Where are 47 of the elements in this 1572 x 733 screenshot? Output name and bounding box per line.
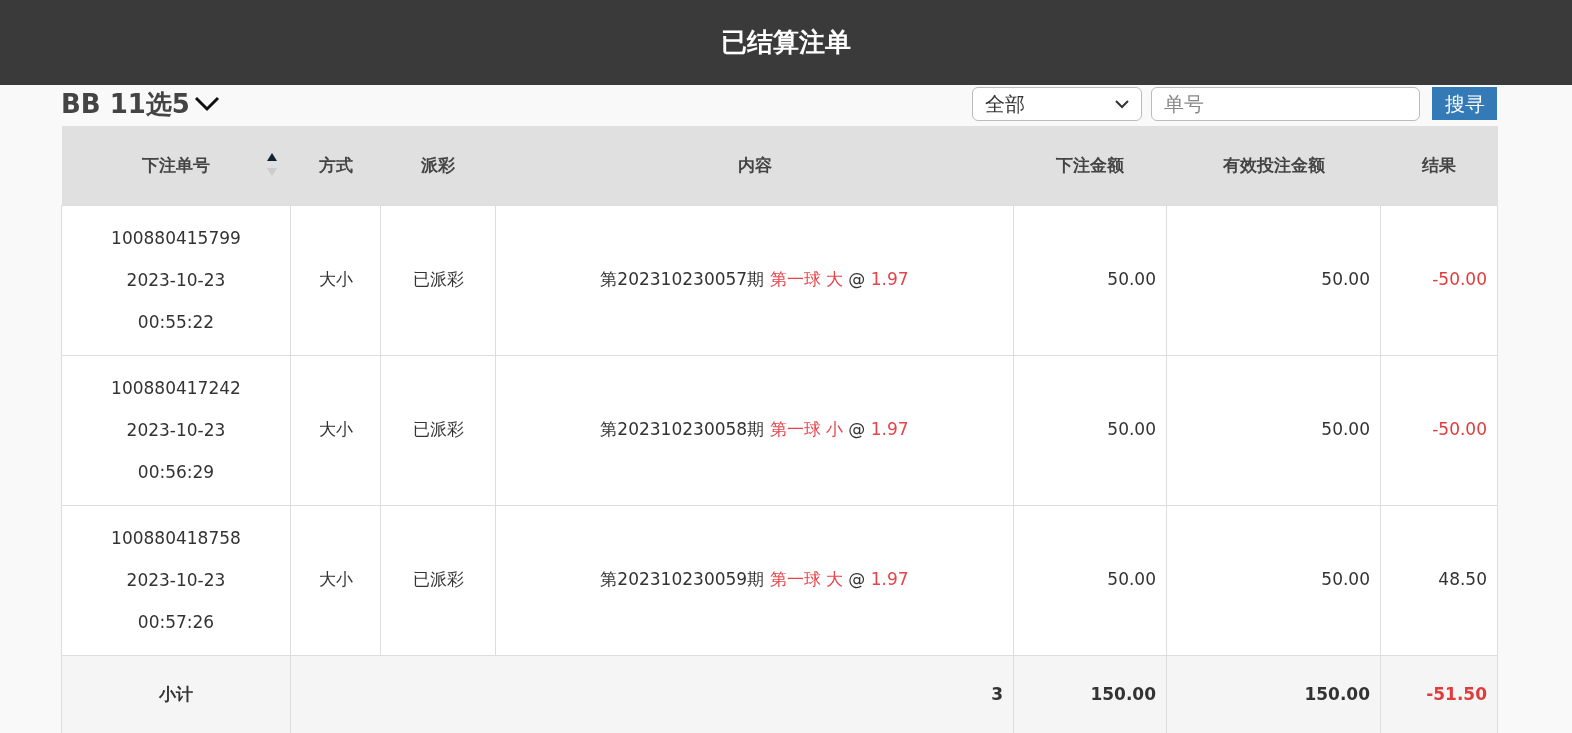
result-value: -51.50 bbox=[1426, 684, 1487, 705]
table-cell-text: 100880417242 bbox=[110, 377, 242, 400]
column-header: 结果 bbox=[1380, 126, 1498, 205]
table-cell-text: 2023-10-23 bbox=[125, 569, 227, 592]
table-cell: 大小 bbox=[318, 569, 353, 590]
sort-icon[interactable] bbox=[265, 152, 278, 178]
table-cell: 已派彩 bbox=[412, 419, 464, 440]
page-title: 已结算注单 bbox=[721, 26, 851, 59]
column-header: 方式 bbox=[290, 126, 381, 205]
table-cell: 已派彩 bbox=[412, 269, 464, 290]
result-value: -50.00 bbox=[1432, 269, 1487, 290]
chevron-down-icon bbox=[1115, 99, 1129, 109]
game-selector[interactable]: BB 11选5 bbox=[61, 87, 220, 121]
table-cell-text: 00:56:29 bbox=[136, 461, 216, 484]
table-cell-text: 100880415799 bbox=[110, 227, 242, 250]
column-header: 下注金额 bbox=[1013, 126, 1167, 205]
table-cell: 已派彩 bbox=[412, 569, 464, 590]
bet-content: 第202310230058期 第一球 小 @ 1.97 bbox=[600, 419, 909, 440]
table-cell: 150.00 bbox=[1304, 684, 1370, 705]
table-cell-text: 2023-10-23 bbox=[125, 269, 227, 292]
subtotal-label: 小计 bbox=[159, 684, 193, 705]
column-header: 派彩 bbox=[380, 126, 496, 205]
table-cell: 50.00 bbox=[1107, 419, 1156, 440]
column-header: 内容 bbox=[495, 126, 1014, 205]
column-header[interactable]: 下注单号 bbox=[61, 126, 291, 205]
table-cell: 50.00 bbox=[1107, 569, 1156, 590]
table-cell-text: 00:55:22 bbox=[136, 311, 216, 334]
table-cell: 大小 bbox=[318, 269, 353, 290]
result-value: 48.50 bbox=[1438, 569, 1487, 590]
result-value: -50.00 bbox=[1432, 419, 1487, 440]
table-cell: 150.00 bbox=[1090, 684, 1156, 705]
table-cell: 50.00 bbox=[1107, 269, 1156, 290]
table-cell: 50.00 bbox=[1321, 269, 1370, 290]
column-header: 有效投注金额 bbox=[1166, 126, 1381, 205]
table-cell-text: 00:57:26 bbox=[136, 611, 216, 634]
table-cell-text: 100880418758 bbox=[110, 527, 242, 550]
table-cell-text: 2023-10-23 bbox=[125, 419, 227, 442]
bet-content: 第202310230057期 第一球 大 @ 1.97 bbox=[600, 269, 909, 290]
table-cell: 3 bbox=[991, 684, 1003, 705]
search-button[interactable]: 搜寻 bbox=[1432, 87, 1497, 120]
table-cell: 50.00 bbox=[1321, 419, 1370, 440]
filter-dropdown[interactable]: 全部 bbox=[972, 87, 1142, 121]
table-cell: 50.00 bbox=[1321, 569, 1370, 590]
table-cell: 大小 bbox=[318, 419, 353, 440]
bet-content: 第202310230059期 第一球 大 @ 1.97 bbox=[600, 569, 909, 590]
search-field[interactable]: 单号 bbox=[1151, 87, 1420, 121]
chevron-down-icon bbox=[193, 96, 220, 112]
